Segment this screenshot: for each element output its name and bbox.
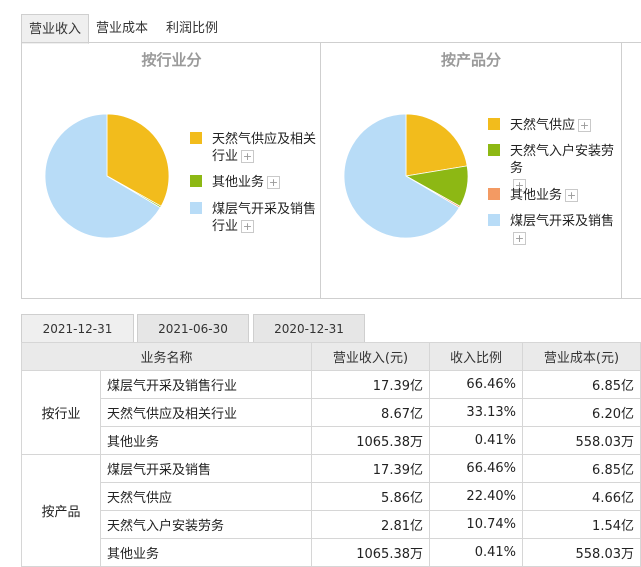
table-row: 按产品 煤层气开采及销售 17.39亿 66.46% 6.85亿: [21, 454, 641, 567]
table-row: 天然气供应 5.86亿 22.40% 4.66亿: [22, 482, 641, 511]
expand-icon[interactable]: +: [241, 150, 255, 163]
product-chart-panel: 按产品分 天然气供应 + 天然气入户安装劳务 + 其他业务 + 煤层气开采及销售 +: [320, 43, 622, 299]
expand-icon[interactable]: +: [267, 176, 281, 189]
col-header-ratio: 收入比例: [429, 342, 523, 371]
expand-icon[interactable]: +: [513, 232, 526, 245]
group-label: 按行业: [21, 370, 101, 455]
legend-swatch: [190, 202, 202, 214]
legend-swatch: [190, 132, 202, 144]
legend-swatch: [488, 214, 500, 226]
legend-swatch: [488, 118, 500, 130]
tab-cost[interactable]: 营业成本: [89, 14, 155, 42]
table-row: 其他业务 1065.38万 0.41% 558.03万: [22, 538, 641, 567]
legend-swatch: [488, 144, 500, 156]
expand-icon[interactable]: +: [578, 119, 592, 132]
table-header-row: 业务名称 营业收入(元) 收入比例 营业成本(元): [21, 342, 641, 371]
date-tab-2021-12-31[interactable]: 2021-12-31: [21, 314, 134, 344]
industry-pie: [44, 113, 170, 239]
legend-swatch: [488, 188, 500, 200]
expand-icon[interactable]: +: [241, 220, 255, 233]
group-label: 按产品: [21, 454, 101, 567]
panel-overflow: [620, 43, 641, 299]
date-tab-2021-06-30[interactable]: 2021-06-30: [137, 314, 249, 344]
table-row: 按行业 煤层气开采及销售行业 17.39亿 66.46% 6.85亿: [21, 370, 641, 455]
date-tab-2020-12-31[interactable]: 2020-12-31: [253, 314, 365, 344]
legend-swatch: [190, 175, 202, 187]
product-pie: [343, 113, 469, 239]
tab-profit-ratio[interactable]: 利润比例: [159, 14, 225, 42]
table-row: 天然气入户安装劳务 2.81亿 10.74% 1.54亿: [22, 510, 641, 539]
table-row: 其他业务 1065.38万 0.41% 558.03万: [22, 426, 641, 455]
col-header-business: 业务名称: [21, 342, 312, 371]
col-header-revenue: 营业收入(元): [311, 342, 430, 371]
revenue-table: 业务名称 营业收入(元) 收入比例 营业成本(元) 按行业 煤层气开采及销售行业…: [21, 342, 641, 567]
expand-icon[interactable]: +: [565, 189, 579, 202]
col-header-cost: 营业成本(元): [522, 342, 641, 371]
table-row: 天然气供应及相关行业 8.67亿 33.13% 6.20亿: [22, 398, 641, 427]
tab-revenue[interactable]: 营业收入: [21, 14, 89, 44]
industry-chart-panel: 按行业分 天然气供应及相关行业 + 其他业务 + 煤层气开采及销售行业 +: [21, 43, 321, 299]
pie-slice-1[interactable]: [405, 113, 468, 177]
